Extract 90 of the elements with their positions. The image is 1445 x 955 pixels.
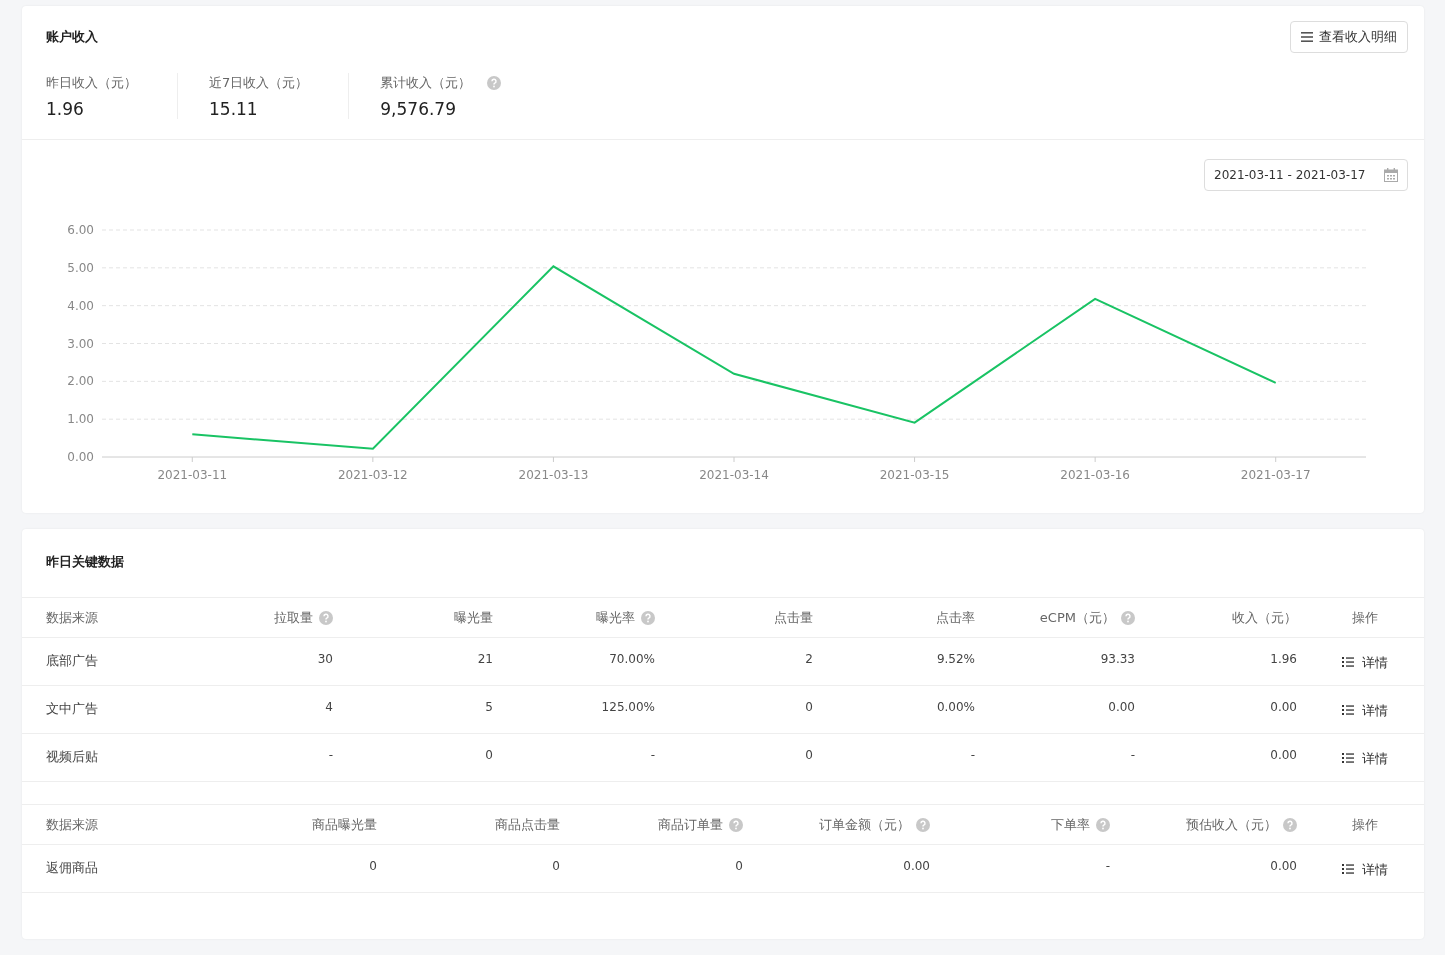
list-icon: [1341, 864, 1354, 874]
table-cell-text: 0.00: [903, 859, 930, 875]
x-axis-label: 2021-03-17: [1240, 468, 1311, 482]
table-cell-text: 0.00: [1270, 859, 1297, 875]
y-axis-label: 5.00: [67, 260, 94, 275]
column-header: 商品订单量: [658, 815, 723, 834]
x-axis-label: 2021-03-15: [879, 468, 950, 482]
help-icon[interactable]: [916, 817, 930, 832]
detail-link[interactable]: 详情: [1341, 750, 1388, 781]
table-cell-text: 9.52%: [936, 652, 975, 668]
help-icon[interactable]: [1283, 817, 1297, 832]
column-header: 曝光率: [596, 608, 635, 627]
detail-link[interactable]: 详情: [1341, 861, 1388, 892]
table-cell-text: 1.96: [1270, 652, 1297, 668]
table-cell-text: 2: [805, 652, 813, 668]
card-title: 昨日关键数据: [45, 553, 125, 571]
column-header: 商品曝光量: [312, 815, 377, 834]
y-axis-label: 2.00: [67, 374, 94, 389]
table-cell-text: 0: [805, 748, 813, 764]
column-header: 下单率: [1051, 815, 1090, 834]
column-header: 收入（元）: [1232, 608, 1297, 627]
table-cell-text: 文中广告: [46, 700, 98, 718]
column-header: 操作: [1351, 815, 1378, 834]
stat-label: 昨日收入（元）: [46, 74, 137, 92]
table-cell-text: 0: [735, 859, 743, 875]
help-icon[interactable]: [487, 76, 502, 90]
table-cell-text: 93.33: [1100, 652, 1135, 668]
column-header: 预估收入（元）: [1186, 815, 1277, 834]
table-cell-text: 30: [317, 652, 333, 668]
column-header: 数据来源: [46, 608, 98, 627]
help-icon[interactable]: [1096, 817, 1110, 832]
column-header: 商品点击量: [495, 815, 560, 834]
help-icon[interactable]: [729, 817, 743, 832]
table-cell-text: 5: [485, 700, 493, 716]
x-axis-label: 2021-03-14: [699, 468, 769, 482]
list-icon: [1341, 705, 1354, 715]
table-cell-text: 125.00%: [601, 700, 655, 716]
table-cell-text: -: [650, 748, 655, 764]
column-header: eCPM（元）: [1039, 608, 1115, 627]
table-cell-text: 0: [805, 700, 813, 716]
card-title: 账户收入: [46, 28, 98, 46]
table-cell-text: 0: [485, 748, 493, 764]
table-cell-text: 0: [369, 859, 377, 875]
table-cell-text: 0.00: [1270, 700, 1297, 716]
stat-value: 15.11: [209, 99, 259, 119]
y-axis-label: 0.00: [67, 450, 94, 464]
table-cell-text: 0.00: [1108, 700, 1135, 716]
list-icon: [1301, 32, 1313, 42]
table-cell-text: 0.00: [1270, 748, 1297, 764]
table-cell-text: 4: [325, 700, 333, 716]
stat-value: 1.96: [46, 99, 85, 119]
list-icon: [1341, 753, 1354, 763]
table-cell-text: 视频后贴: [46, 748, 98, 766]
column-header: 操作: [1351, 608, 1378, 627]
stat-label: 累计收入（元）: [380, 74, 472, 92]
table-cell-text: -: [970, 748, 975, 764]
x-axis-label: 2021-03-13: [518, 468, 589, 482]
date-range-field[interactable]: 2021-03-11 - 2021-03-17: [1204, 159, 1408, 191]
x-axis-label: 2021-03-11: [157, 468, 228, 482]
table-cell-text: 0: [552, 859, 560, 875]
table-cell-text: 返佣商品: [46, 859, 98, 877]
calendar-icon: [1384, 168, 1398, 182]
list-icon: [1341, 657, 1354, 667]
table-cell-text: 21: [477, 652, 493, 668]
column-header: 曝光量: [454, 608, 493, 627]
stat-label: 近7日收入（元）: [209, 74, 309, 92]
help-icon[interactable]: [319, 610, 333, 625]
y-axis-label: 4.00: [67, 298, 94, 313]
column-header: 点击率: [936, 608, 975, 627]
table-cell-text: -: [1130, 748, 1135, 764]
table-cell-text: 70.00%: [609, 652, 655, 668]
x-axis-label: 2021-03-16: [1060, 468, 1130, 482]
table-cell-text: 底部广告: [46, 652, 98, 670]
y-axis-label: 3.00: [67, 336, 94, 351]
detail-link[interactable]: 详情: [1341, 654, 1388, 685]
help-icon[interactable]: [1121, 610, 1135, 625]
y-axis-label: 6.00: [67, 223, 94, 237]
table-cell-text: -: [1105, 859, 1110, 875]
column-header: 数据来源: [46, 815, 98, 834]
column-header: 点击量: [774, 608, 813, 627]
help-icon[interactable]: [641, 610, 655, 625]
column-header: 订单金额（元）: [819, 815, 910, 834]
detail-link[interactable]: 详情: [1341, 702, 1388, 733]
y-axis-label: 1.00: [67, 412, 94, 427]
table-cell-text: -: [328, 748, 333, 764]
x-axis-label: 2021-03-12: [338, 468, 408, 482]
income-detail-button[interactable]: 查看收入明细: [1290, 21, 1408, 53]
table-cell-text: 0.00%: [936, 700, 975, 716]
column-header: 拉取量: [274, 608, 313, 627]
stat-value: 9,576.79: [380, 99, 457, 119]
